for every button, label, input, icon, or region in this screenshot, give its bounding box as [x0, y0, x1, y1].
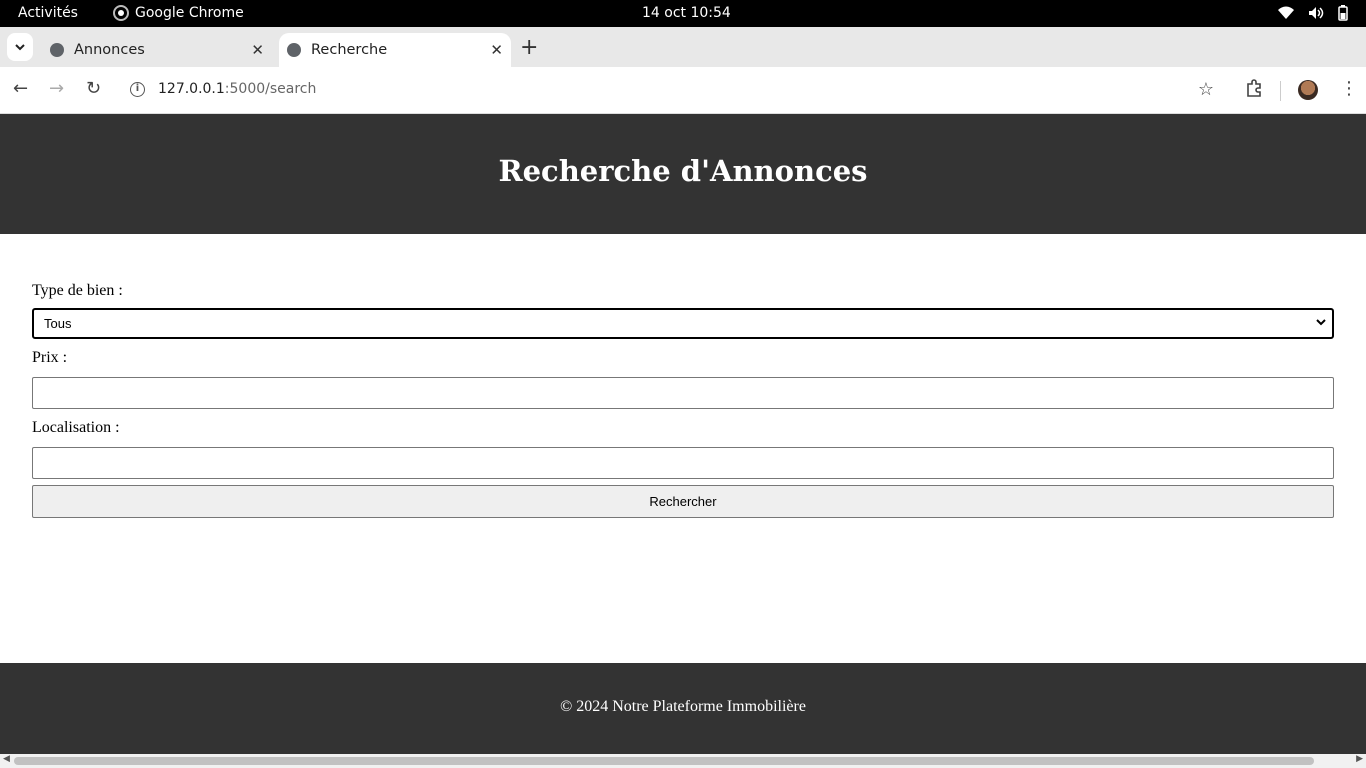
- site-info-icon[interactable]: i: [130, 82, 145, 97]
- app-menu[interactable]: Google Chrome: [113, 5, 244, 21]
- browser-toolbar: ← → ↻ i 127.0.0.1:5000/search ☆ ⋮: [0, 67, 1366, 114]
- scroll-left-icon[interactable]: ◀: [3, 754, 10, 764]
- system-top-bar: Activités Google Chrome 14 oct 10:54: [0, 0, 1366, 27]
- reload-button[interactable]: ↻: [86, 78, 101, 99]
- chevron-down-icon: [1316, 315, 1326, 329]
- globe-icon: [287, 43, 301, 57]
- system-tray[interactable]: [1278, 5, 1348, 21]
- extensions-icon[interactable]: [1244, 78, 1264, 103]
- tab-title: Recherche: [311, 42, 388, 58]
- horizontal-scrollbar[interactable]: ◀ ▶: [0, 754, 1366, 768]
- forward-button[interactable]: →: [49, 78, 64, 99]
- site-header: Recherche d'Annonces: [0, 114, 1366, 234]
- bookmark-star-icon[interactable]: ☆: [1198, 79, 1214, 100]
- tab-title: Annonces: [74, 42, 145, 58]
- localisation-input[interactable]: [32, 447, 1334, 479]
- activities-button[interactable]: Activités: [18, 5, 78, 21]
- localisation-label: Localisation :: [32, 419, 120, 436]
- tab-strip: Annonces ✕ Recherche ✕ +: [0, 27, 1366, 67]
- wifi-icon: [1278, 6, 1294, 19]
- tab-annonces[interactable]: Annonces ✕: [40, 33, 272, 67]
- search-button[interactable]: Rechercher: [32, 485, 1334, 518]
- prix-input[interactable]: [32, 377, 1334, 409]
- tab-recherche[interactable]: Recherche ✕: [279, 33, 511, 67]
- app-name: Google Chrome: [135, 5, 244, 21]
- scrollbar-thumb[interactable]: [14, 757, 1314, 765]
- type-select[interactable]: Tous: [32, 308, 1334, 339]
- type-select-value: Tous: [44, 316, 72, 331]
- prix-label: Prix :: [32, 349, 68, 366]
- type-label: Type de bien :: [32, 282, 123, 299]
- battery-icon: [1338, 5, 1348, 21]
- chrome-icon: [113, 5, 129, 21]
- site-footer: © 2024 Notre Plateforme Immobilière: [0, 663, 1366, 754]
- menu-icon[interactable]: ⋮: [1340, 78, 1358, 99]
- tab-search-button[interactable]: [7, 33, 33, 61]
- url-text[interactable]: 127.0.0.1:5000/search: [158, 81, 316, 97]
- toolbar-separator: [1280, 81, 1281, 101]
- address-bar[interactable]: i 127.0.0.1:5000/search ☆: [118, 74, 1228, 107]
- volume-icon: [1309, 7, 1324, 19]
- profile-avatar[interactable]: [1298, 80, 1318, 100]
- chevron-down-icon: [15, 43, 25, 50]
- scroll-right-icon[interactable]: ▶: [1356, 754, 1363, 764]
- close-icon[interactable]: ✕: [251, 41, 264, 59]
- globe-icon: [50, 43, 64, 57]
- clock[interactable]: 14 oct 10:54: [642, 5, 731, 21]
- search-form: Type de bien : Tous Prix : Localisation …: [32, 282, 1334, 518]
- new-tab-button[interactable]: +: [520, 35, 538, 60]
- page-title: Recherche d'Annonces: [498, 154, 868, 188]
- footer-text: © 2024 Notre Plateforme Immobilière: [560, 698, 806, 715]
- back-button[interactable]: ←: [13, 78, 28, 99]
- close-icon[interactable]: ✕: [490, 41, 503, 59]
